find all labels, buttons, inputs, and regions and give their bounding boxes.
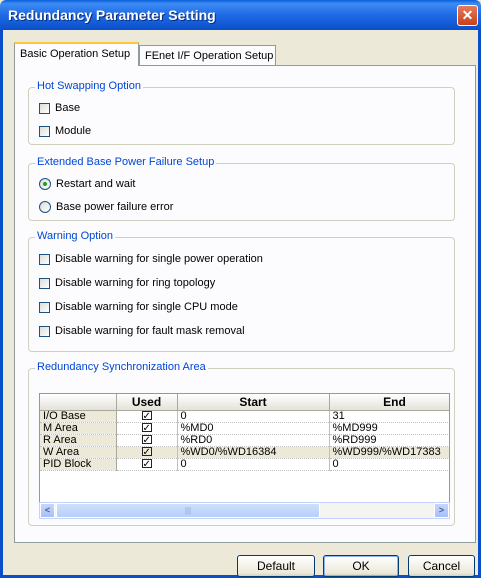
tab-label: Basic Operation Setup (20, 48, 131, 60)
checkbox-box[interactable] (39, 325, 50, 337)
radio-dot[interactable] (39, 178, 51, 190)
used-cell[interactable]: ✓ (116, 434, 178, 447)
table-row: W Area ✓ %WD0/%WD16384 %WD999/%WD17383 (40, 446, 449, 459)
warning-option-group: Warning Option Disable warning for singl… (28, 230, 455, 352)
checkbox-box[interactable] (39, 277, 50, 289)
default-button[interactable]: Default (237, 555, 315, 577)
close-button[interactable]: ✕ (457, 5, 478, 26)
end-cell[interactable]: %RD999 (329, 434, 449, 447)
ok-button[interactable]: OK (323, 555, 399, 577)
checkbox-box[interactable] (39, 102, 50, 114)
end-cell[interactable]: 31 (329, 410, 449, 423)
single-power-warning-checkbox[interactable]: Disable warning for single power operati… (39, 251, 263, 267)
scroll-thumb[interactable]: ||| (56, 503, 320, 518)
cancel-button[interactable]: Cancel (408, 555, 475, 577)
start-cell[interactable]: %WD0/%WD16384 (177, 446, 330, 459)
checkbox-box[interactable] (39, 253, 50, 265)
used-checkbox[interactable]: ✓ (141, 459, 152, 470)
base-power-failure-error-radio[interactable]: Base power failure error (39, 199, 173, 215)
checkbox-label: Disable warning for single CPU mode (55, 301, 238, 313)
table-row: R Area ✓ %RD0 %RD999 (40, 434, 449, 447)
used-cell[interactable]: ✓ (116, 458, 178, 471)
grip-icon: ||| (184, 506, 192, 515)
tab-fenet-operation-setup[interactable]: FEnet I/F Operation Setup (139, 45, 276, 65)
end-cell[interactable]: 0 (329, 458, 449, 471)
row-name: PID Block (40, 458, 117, 471)
radio-label: Base power failure error (56, 201, 174, 213)
tab-basic-operation-setup[interactable]: Basic Operation Setup (14, 42, 139, 66)
window-title: Redundancy Parameter Setting (8, 7, 216, 23)
start-cell[interactable]: 0 (177, 458, 330, 471)
close-icon: ✕ (461, 7, 474, 23)
group-title: Extended Base Power Failure Setup (35, 156, 217, 168)
title-bar[interactable]: Redundancy Parameter Setting ✕ (0, 0, 481, 30)
row-name: R Area (40, 434, 117, 447)
checkbox-label: Disable warning for ring topology (55, 277, 216, 289)
checkbox-label: Disable warning for fault mask removal (55, 325, 245, 337)
column-header-end[interactable]: End (329, 394, 449, 411)
window-border-left (0, 30, 3, 578)
used-checkbox[interactable]: ✓ (141, 423, 152, 434)
table-row: I/O Base ✓ 0 31 (40, 410, 449, 423)
end-cell[interactable]: %MD999 (329, 422, 449, 435)
single-cpu-warning-checkbox[interactable]: Disable warning for single CPU mode (39, 299, 238, 315)
row-name: M Area (40, 422, 117, 435)
used-cell[interactable]: ✓ (116, 422, 178, 435)
used-cell[interactable]: ✓ (116, 410, 178, 423)
start-cell[interactable]: %RD0 (177, 434, 330, 447)
column-header-start[interactable]: Start (177, 394, 330, 411)
tab-panel: Hot Swapping Option Base Module Extended… (14, 65, 476, 543)
scroll-left-button[interactable]: < (40, 503, 55, 518)
used-cell[interactable]: ✓ (116, 446, 178, 459)
horizontal-scrollbar[interactable]: < ||| > (39, 502, 450, 519)
checkbox-box[interactable] (39, 301, 50, 313)
group-title: Redundancy Synchronization Area (35, 361, 208, 373)
table-row: M Area ✓ %MD0 %MD999 (40, 422, 449, 435)
sync-area-grid: Used Start End I/O Base ✓ 0 31 M Area ✓ … (39, 393, 450, 513)
row-name: W Area (40, 446, 117, 459)
module-checkbox[interactable]: Module (39, 123, 91, 139)
hot-swapping-group: Hot Swapping Option Base Module (28, 80, 455, 145)
chevron-right-icon: > (438, 505, 445, 515)
chevron-left-icon: < (44, 505, 51, 515)
table-header-row: Used Start End (40, 394, 449, 411)
row-name: I/O Base (40, 410, 117, 423)
used-checkbox[interactable]: ✓ (141, 411, 152, 422)
end-cell[interactable]: %WD999/%WD17383 (329, 446, 449, 459)
column-header-name (40, 394, 117, 411)
checkbox-label: Disable warning for single power operati… (55, 253, 263, 265)
radio-label: Restart and wait (56, 178, 136, 190)
start-cell[interactable]: 0 (177, 410, 330, 423)
used-checkbox[interactable]: ✓ (141, 435, 152, 446)
ring-topology-warning-checkbox[interactable]: Disable warning for ring topology (39, 275, 215, 291)
fault-mask-warning-checkbox[interactable]: Disable warning for fault mask removal (39, 323, 245, 339)
scroll-right-button[interactable]: > (434, 503, 449, 518)
radio-dot[interactable] (39, 201, 51, 213)
tab-label: FEnet I/F Operation Setup (145, 50, 274, 62)
checkbox-box[interactable] (39, 125, 50, 137)
checkbox-label: Module (55, 125, 92, 137)
base-checkbox[interactable]: Base (39, 100, 80, 116)
used-checkbox[interactable]: ✓ (141, 447, 152, 458)
group-title: Hot Swapping Option (35, 80, 143, 92)
sync-area-group: Redundancy Synchronization Area Used Sta… (28, 361, 455, 526)
restart-and-wait-radio[interactable]: Restart and wait (39, 176, 135, 192)
power-failure-group: Extended Base Power Failure Setup Restar… (28, 156, 455, 221)
redundancy-dialog: Redundancy Parameter Setting ✕ Basic Ope… (0, 0, 481, 578)
table-row: PID Block ✓ 0 0 (40, 458, 449, 471)
start-cell[interactable]: %MD0 (177, 422, 330, 435)
column-header-used[interactable]: Used (116, 394, 178, 411)
group-title: Warning Option (35, 230, 116, 242)
checkbox-label: Base (55, 102, 81, 114)
